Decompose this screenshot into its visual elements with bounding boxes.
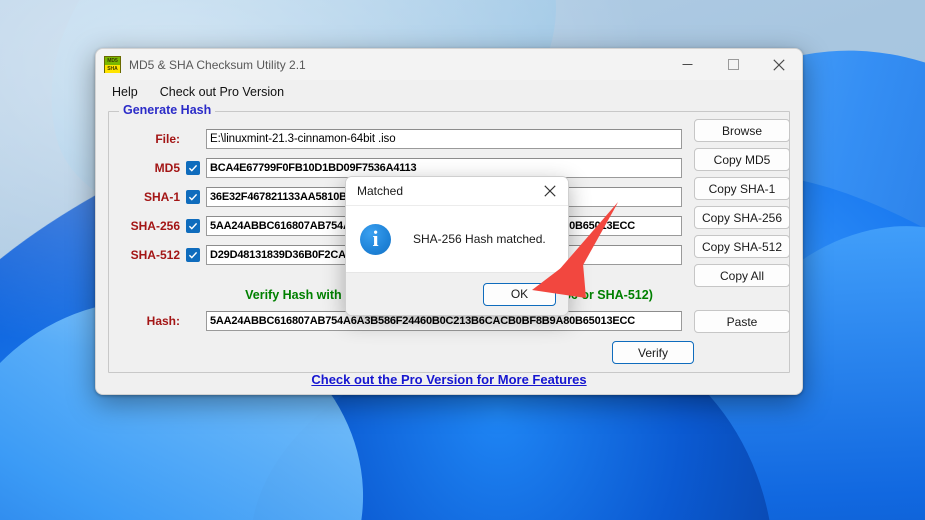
file-input[interactable]: E:\linuxmint-21.3-cinnamon-64bit .iso — [206, 129, 682, 149]
pro-version-link[interactable]: Check out the Pro Version for More Featu… — [96, 372, 802, 387]
label-sha256: SHA-256 — [130, 219, 180, 233]
copy-buttons-column: Browse Copy MD5 Copy SHA-1 Copy SHA-256 … — [694, 119, 790, 287]
row-file: File: E:\linuxmint-21.3-cinnamon-64bit .… — [108, 128, 682, 150]
label-sha512: SHA-512 — [130, 248, 180, 262]
md5-sha-app-icon: MD5 SHA — [104, 56, 121, 73]
copy-md5-button[interactable]: Copy MD5 — [694, 148, 790, 171]
minimize-icon[interactable] — [664, 49, 710, 80]
sha256-checkbox[interactable] — [186, 219, 200, 233]
label-hash: Hash: — [146, 314, 180, 328]
browse-button[interactable]: Browse — [694, 119, 790, 142]
dialog-title-bar[interactable]: Matched — [346, 177, 568, 206]
copy-sha1-button[interactable]: Copy SHA-1 — [694, 177, 790, 200]
title-bar[interactable]: MD5 SHA MD5 & SHA Checksum Utility 2.1 — [96, 49, 802, 81]
maximize-icon[interactable] — [710, 49, 756, 80]
copy-all-button[interactable]: Copy All — [694, 264, 790, 287]
window-controls — [664, 49, 802, 80]
menu-bar: Help Check out Pro Version — [96, 81, 802, 103]
label-sha1: SHA-1 — [143, 190, 180, 204]
menu-item-help[interactable]: Help — [112, 85, 138, 99]
app-icon-md5-label: MD5 — [105, 57, 120, 65]
dialog-close-icon[interactable] — [532, 177, 568, 205]
menu-item-check-out-pro-version[interactable]: Check out Pro Version — [160, 85, 284, 99]
generate-hash-legend: Generate Hash — [119, 103, 216, 117]
label-md5: MD5 — [154, 161, 180, 175]
dialog-body: i SHA-256 Hash matched. — [346, 206, 568, 272]
dialog-title: Matched — [357, 184, 404, 198]
window-title: MD5 & SHA Checksum Utility 2.1 — [129, 57, 306, 72]
verify-button[interactable]: Verify — [612, 341, 694, 364]
sha512-checkbox[interactable] — [186, 248, 200, 262]
dialog-message: SHA-256 Hash matched. — [413, 232, 546, 246]
close-icon[interactable] — [756, 49, 802, 80]
paste-button[interactable]: Paste — [694, 310, 790, 333]
dialog-ok-button[interactable]: OK — [483, 282, 556, 306]
sha1-checkbox[interactable] — [186, 190, 200, 204]
md5-hash-output[interactable]: BCA4E67799F0FB10D1BD09F7536A4113 — [206, 158, 682, 178]
app-icon-sha-label: SHA — [105, 65, 120, 73]
copy-sha256-button[interactable]: Copy SHA-256 — [694, 206, 790, 229]
matched-dialog: Matched i SHA-256 Hash matched. OK — [345, 176, 569, 316]
label-file: File: — [155, 132, 180, 146]
copy-sha512-button[interactable]: Copy SHA-512 — [694, 235, 790, 258]
dialog-footer: OK — [346, 272, 568, 315]
info-icon: i — [360, 223, 391, 255]
md5-checkbox[interactable] — [186, 161, 200, 175]
